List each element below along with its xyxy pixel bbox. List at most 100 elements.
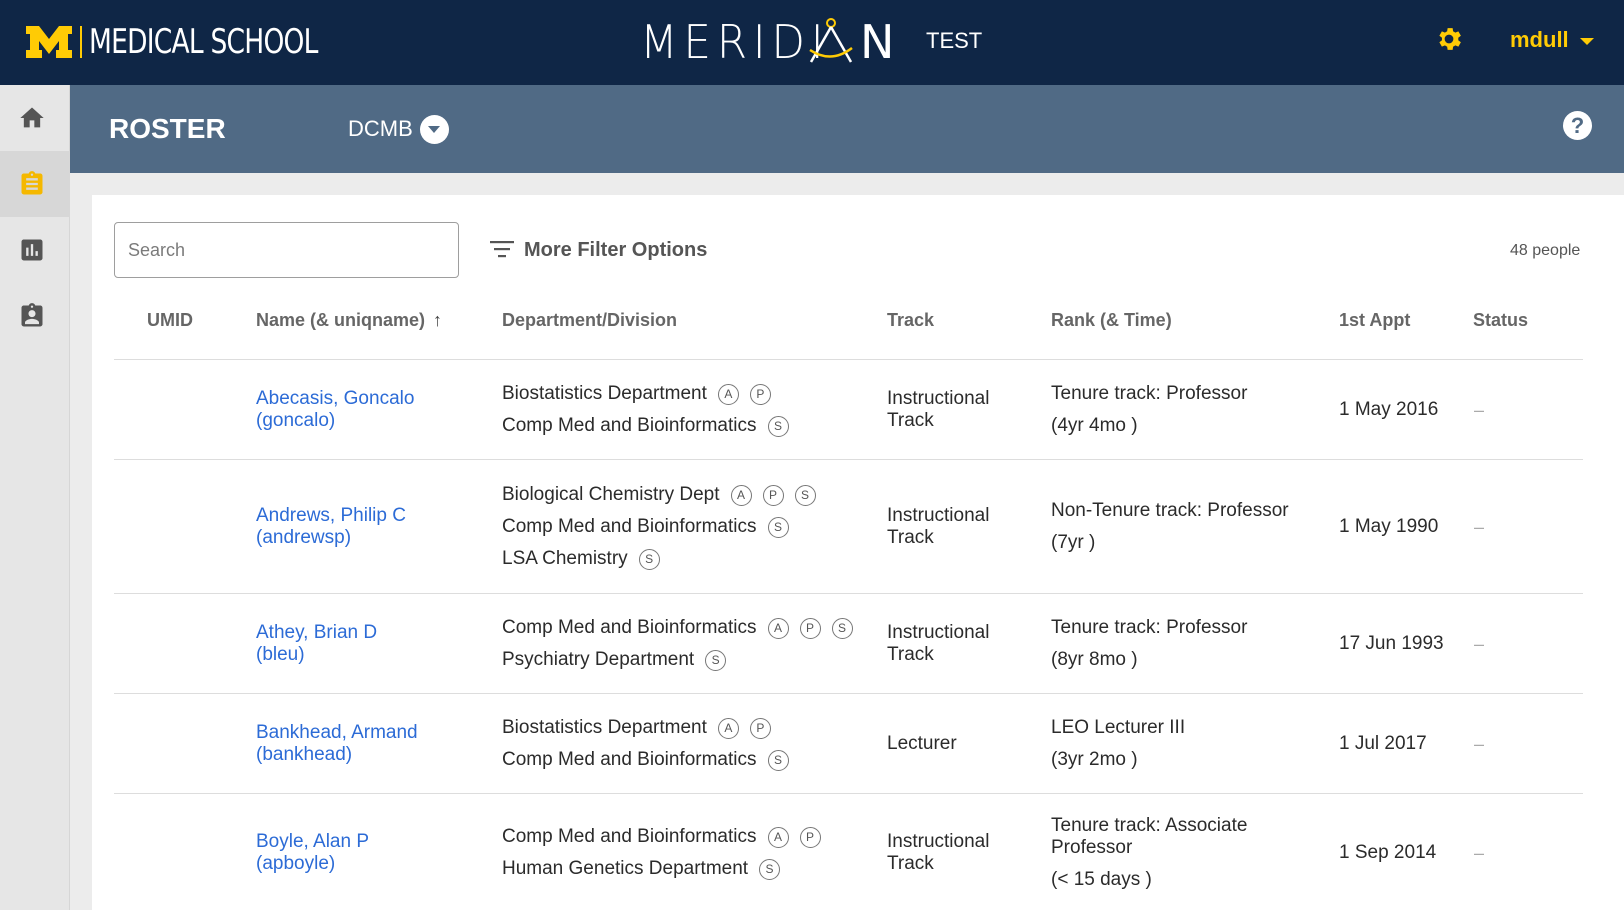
org-name[interactable]: MEDICAL SCHOOL xyxy=(89,20,318,64)
michigan-block-m-logo[interactable] xyxy=(26,26,72,58)
rank-text: Tenure track: Professor xyxy=(1051,617,1248,638)
appointment-type-badge: S xyxy=(767,517,789,538)
app-name-end: N xyxy=(860,15,895,69)
help-icon[interactable]: ? xyxy=(1563,111,1592,140)
column-header-track[interactable]: Track xyxy=(887,309,934,331)
department-dropdown-icon[interactable] xyxy=(420,115,449,144)
badge-icon xyxy=(21,303,43,327)
department-entry: Comp Med and Bioinformatics S xyxy=(502,515,789,539)
appointment-type-badge: P xyxy=(799,826,821,848)
first-appointment-date: 1 May 2016 xyxy=(1339,399,1439,420)
track-text: Instructional xyxy=(887,830,990,852)
rank-text: Tenure track: Professor xyxy=(1051,383,1248,404)
nav-people[interactable] xyxy=(0,283,70,349)
section-header: ROSTER DCMB ? xyxy=(70,85,1624,173)
rank-cell: Tenure track: Associate Professor (< 15 da… xyxy=(1051,815,1247,891)
department-entry: LSA Chemistry S xyxy=(502,547,660,571)
nav-reports[interactable] xyxy=(0,217,70,283)
track-text: Instructional xyxy=(887,388,990,409)
filter-label: More Filter Options xyxy=(524,239,708,261)
department-entry: Biostatistics Department A P xyxy=(502,382,771,406)
first-appointment-date: 1 Jul 2017 xyxy=(1339,733,1427,754)
person-link[interactable]: Andrews, Philip C (andrewsp) xyxy=(256,505,406,549)
time-in-rank: (4yr 4mo ) xyxy=(1051,415,1138,436)
department-entry: Comp Med and Bioinformatics S xyxy=(502,748,789,772)
department-entry: Biostatistics Department A P xyxy=(502,716,771,740)
column-header-umid[interactable]: UMID xyxy=(147,309,193,331)
department-entry: Human Genetics Department S xyxy=(502,857,781,881)
person-link[interactable]: Boyle, Alan P (apboyle) xyxy=(256,831,369,875)
time-in-rank: (< 15 days ) xyxy=(1051,868,1152,890)
status-cell: – xyxy=(1474,400,1485,420)
nav-home[interactable] xyxy=(0,85,70,151)
column-header-department[interactable]: Department/Division xyxy=(502,309,677,331)
nav-roster[interactable] xyxy=(0,151,70,217)
appointment-type-badge: A xyxy=(717,718,739,739)
logo-divider xyxy=(80,26,82,58)
table-row[interactable]: Abecasis, Goncalo (goncalo) Biostatistics … xyxy=(114,359,1583,459)
column-header-appt[interactable]: 1st Appt xyxy=(1339,309,1410,331)
appointment-type-badge: S xyxy=(638,549,660,570)
track-cell: Instructional Track xyxy=(887,622,989,666)
gear-icon[interactable] xyxy=(1434,24,1464,54)
appointment-type-badge: P xyxy=(749,384,771,405)
appointment-type-badge: A xyxy=(767,618,789,639)
table-row[interactable]: Athey, Brian D (bleu) Comp Med and Bioinfo… xyxy=(114,593,1583,693)
person-name: Andrews, Philip C xyxy=(256,505,406,526)
person-link[interactable]: Athey, Brian D (bleu) xyxy=(256,622,377,666)
bar-chart-icon xyxy=(21,239,43,261)
column-header-name[interactable]: Name (& uniqname) ↑ xyxy=(256,309,442,331)
person-name: Abecasis, Goncalo xyxy=(256,388,415,409)
track-text: Track xyxy=(887,527,934,548)
column-header-rank[interactable]: Rank (& Time) xyxy=(1051,309,1172,331)
appointment-type-badge: S xyxy=(767,750,789,771)
chevron-down-icon[interactable] xyxy=(1580,38,1594,45)
department-name: Human Genetics Department xyxy=(502,857,749,879)
appointment-type-badge: P xyxy=(749,718,771,739)
table-row[interactable]: Bankhead, Armand (bankhead) Biostatistics … xyxy=(114,693,1583,793)
search-input[interactable] xyxy=(114,222,459,278)
rank-text: Non-Tenure track: Professor xyxy=(1051,500,1289,521)
home-icon xyxy=(20,107,44,128)
app-name[interactable]: MERIDI xyxy=(640,14,829,70)
track-text: Lecturer xyxy=(887,733,957,754)
appointment-type-badge: S xyxy=(705,650,727,671)
appointment-type-badge: A xyxy=(730,485,752,506)
time-in-rank: (3yr 2mo ) xyxy=(1051,749,1138,770)
track-text: Track xyxy=(887,852,934,874)
status-cell: – xyxy=(1474,734,1485,754)
compass-a-logo xyxy=(809,18,853,63)
person-link[interactable]: Bankhead, Armand (bankhead) xyxy=(256,722,418,766)
track-cell: Instructional Track xyxy=(887,388,989,432)
appointment-type-badge: S xyxy=(767,416,789,437)
department-selector[interactable]: DCMB xyxy=(348,115,413,143)
first-appointment-date: 1 May 1990 xyxy=(1339,516,1439,537)
column-header-status[interactable]: Status xyxy=(1473,309,1528,331)
user-menu[interactable]: mdull xyxy=(1510,26,1569,54)
appointment-type-badge: P xyxy=(799,618,821,639)
department-name: LSA Chemistry xyxy=(502,548,628,569)
environment-label: TEST xyxy=(926,28,983,53)
appointment-type-badge: S xyxy=(759,858,781,880)
table-row[interactable]: Andrews, Philip C (andrewsp) Biological Ch… xyxy=(114,459,1583,593)
first-appointment-date: 17 Jun 1993 xyxy=(1339,633,1444,654)
track-text: Instructional xyxy=(887,622,990,643)
department-entry: Comp Med and Bioinformatics A P xyxy=(502,825,821,849)
person-link[interactable]: Abecasis, Goncalo (goncalo) xyxy=(256,388,414,432)
department-entry: Comp Med and Bioinformatics A P S xyxy=(502,616,853,640)
rank-cell: Tenure track: Professor (8yr 8mo ) xyxy=(1051,617,1247,671)
department-name: Biological Chemistry Dept xyxy=(502,484,720,505)
person-uniqname: (goncalo) xyxy=(256,410,336,431)
filter-icon xyxy=(490,241,514,258)
table-row[interactable]: Boyle, Alan P (apboyle) Comp Med and Bioin… xyxy=(114,793,1583,910)
person-uniqname: (andrewsp) xyxy=(256,527,352,548)
clipboard-icon xyxy=(21,171,43,195)
person-name: Athey, Brian D xyxy=(256,622,378,643)
department-name: Comp Med and Bioinformatics xyxy=(502,415,757,436)
column-header-name-label: Name (& uniqname) xyxy=(256,310,426,330)
department-name: Comp Med and Bioinformatics xyxy=(502,825,757,847)
appointment-type-badge: P xyxy=(762,485,784,506)
person-name: Boyle, Alan P xyxy=(256,830,370,852)
track-text: Track xyxy=(887,644,934,665)
department-name: Biostatistics Department xyxy=(502,383,707,404)
